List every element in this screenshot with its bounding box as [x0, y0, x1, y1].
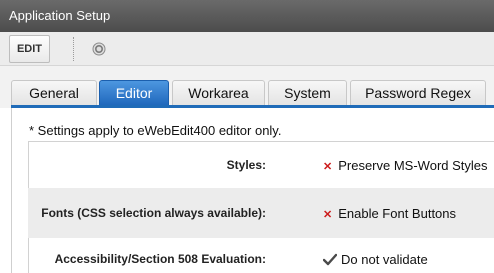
- tab-general[interactable]: General: [11, 80, 97, 106]
- setting-label: Accessibility/Section 508 Evaluation:: [54, 252, 266, 266]
- setting-row-fonts: Fonts (CSS selection always available): …: [28, 188, 494, 238]
- tab-editor[interactable]: Editor: [99, 80, 169, 106]
- tab-workarea[interactable]: Workarea: [172, 80, 265, 106]
- tab-password-regex[interactable]: Password Regex: [350, 80, 486, 106]
- setting-value: ✕ Preserve MS-Word Styles: [323, 158, 488, 173]
- setting-label: Fonts (CSS selection always available):: [41, 206, 266, 220]
- edit-button[interactable]: EDIT: [9, 35, 50, 63]
- toolbar-separator: [73, 37, 75, 61]
- check-icon: [323, 253, 337, 266]
- settings-note: * Settings apply to eWebEdit400 editor o…: [29, 123, 282, 138]
- tab-system[interactable]: System: [268, 80, 347, 106]
- toolbar: EDIT: [0, 32, 494, 66]
- setting-row-styles: Styles: ✕ Preserve MS-Word Styles: [28, 142, 494, 188]
- setting-value: Do not validate: [323, 252, 428, 267]
- help-circle-icon[interactable]: [92, 42, 106, 56]
- x-icon: ✕: [323, 161, 333, 173]
- x-icon: ✕: [323, 209, 333, 221]
- setting-value: ✕ Enable Font Buttons: [323, 206, 457, 221]
- setting-label: Styles:: [226, 158, 266, 172]
- window-title: Application Setup: [0, 0, 494, 32]
- setting-row-accessibility: Accessibility/Section 508 Evaluation: Do…: [28, 238, 494, 273]
